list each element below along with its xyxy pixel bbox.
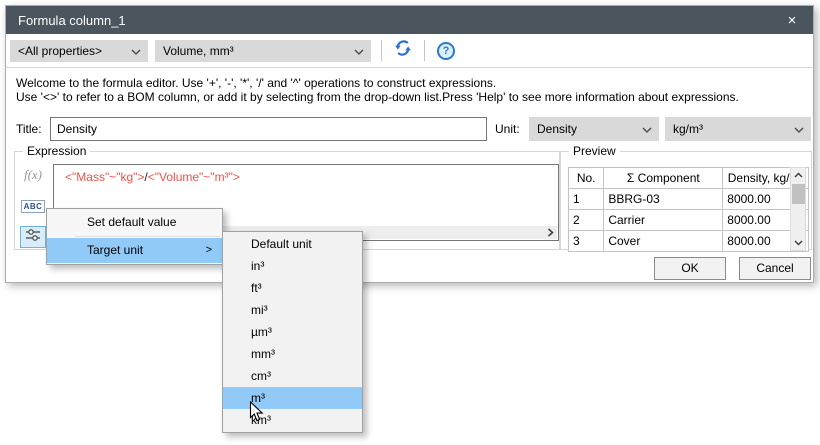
toolbar-separator bbox=[381, 40, 382, 61]
column-header-no: No. bbox=[569, 168, 604, 189]
expression-tools: f(x) ABC bbox=[20, 164, 48, 257]
help-icon: ? bbox=[437, 42, 455, 60]
chevron-down-icon bbox=[794, 122, 804, 136]
table-header-row: No. Σ Component Density, kg/m³ bbox=[569, 168, 809, 189]
scroll-down-icon[interactable] bbox=[791, 235, 805, 250]
fx-icon: f(x) bbox=[24, 167, 42, 183]
ok-button[interactable]: OK bbox=[654, 257, 726, 280]
menu-item-target-unit[interactable]: Target unit > bbox=[47, 238, 222, 263]
preview-group-label: Preview bbox=[569, 144, 620, 158]
cell-component: BBRG-03 bbox=[604, 189, 723, 210]
chevron-down-icon bbox=[354, 44, 364, 58]
submenu-item-cm3[interactable]: cm³ bbox=[223, 365, 362, 387]
formula-text: <"Mass"~"kg">/<"Volume"~"m³"> bbox=[54, 165, 558, 184]
scroll-up-icon[interactable] bbox=[791, 168, 805, 183]
cell-no: 3 bbox=[569, 231, 604, 252]
unit-type-dropdown[interactable]: Density bbox=[529, 117, 659, 141]
chevron-down-icon bbox=[131, 44, 141, 58]
unit-type-value: Density bbox=[537, 122, 577, 136]
preview-group: Preview No. Σ Component Density, kg/m³ 1… bbox=[560, 151, 812, 250]
abc-icon: ABC bbox=[21, 200, 46, 213]
sliders-icon bbox=[25, 228, 41, 247]
column-header-component: Σ Component bbox=[604, 168, 723, 189]
help-button[interactable]: ? bbox=[435, 40, 457, 62]
screen: Formula column_1 × <All properties> Volu… bbox=[0, 0, 820, 445]
formula-left-ref: <"Mass"~"kg"> bbox=[65, 170, 144, 184]
vertical-scrollbar[interactable] bbox=[790, 167, 806, 251]
close-icon: × bbox=[788, 12, 797, 29]
submenu-item-mi3[interactable]: mi³ bbox=[223, 299, 362, 321]
submenu-item-ft3[interactable]: ft³ bbox=[223, 277, 362, 299]
table-row: 2 Carrier 8000.00 bbox=[569, 210, 809, 231]
submenu-item-default-unit[interactable]: Default unit bbox=[223, 233, 362, 255]
table-row: 3 Cover 8000.00 bbox=[569, 231, 809, 252]
properties-dropdown-value: <All properties> bbox=[18, 44, 102, 58]
scrollbar-thumb[interactable] bbox=[792, 184, 805, 204]
welcome-text: Welcome to the formula editor. Use '+', … bbox=[16, 76, 739, 104]
title-label: Title: bbox=[16, 117, 42, 141]
submenu-item-mm3[interactable]: mm³ bbox=[223, 343, 362, 365]
menu-item-label: Target unit bbox=[87, 243, 143, 257]
menu-separator bbox=[75, 236, 220, 237]
cell-component: Carrier bbox=[604, 210, 723, 231]
submenu-item-m3[interactable]: m³ bbox=[223, 387, 362, 409]
options-button[interactable] bbox=[20, 226, 46, 248]
toolbar: <All properties> Volume, mm³ bbox=[6, 34, 813, 68]
submenu-item-um3[interactable]: µm³ bbox=[223, 321, 362, 343]
cell-component: Cover bbox=[604, 231, 723, 252]
chevron-down-icon bbox=[642, 122, 652, 136]
unit-label: Unit: bbox=[495, 117, 520, 141]
submenu-item-km3[interactable]: km³ bbox=[223, 409, 362, 431]
properties-dropdown[interactable]: <All properties> bbox=[10, 40, 148, 62]
text-button[interactable]: ABC bbox=[20, 195, 46, 217]
cell-no: 2 bbox=[569, 210, 604, 231]
context-menu: Set default value Target unit > bbox=[46, 208, 223, 265]
title-bar: Formula column_1 × bbox=[6, 6, 813, 34]
menu-item-set-default-value[interactable]: Set default value bbox=[47, 210, 222, 235]
close-button[interactable]: × bbox=[771, 6, 813, 34]
expression-group-label: Expression bbox=[23, 144, 90, 158]
refresh-button[interactable] bbox=[392, 40, 414, 62]
target-unit-submenu: Default unit in³ ft³ mi³ µm³ mm³ cm³ m³ … bbox=[222, 231, 363, 433]
submenu-item-in3[interactable]: in³ bbox=[223, 255, 362, 277]
bom-column-dropdown-value: Volume, mm³ bbox=[163, 44, 234, 58]
formula-right-ref: <"Volume"~"m³"> bbox=[148, 170, 240, 184]
title-input[interactable] bbox=[50, 117, 487, 141]
submenu-arrow-icon: > bbox=[206, 238, 212, 263]
refresh-icon bbox=[393, 38, 413, 63]
cell-no: 1 bbox=[569, 189, 604, 210]
dialog-title: Formula column_1 bbox=[18, 13, 126, 28]
scroll-right-icon[interactable] bbox=[543, 226, 557, 239]
preview-table: No. Σ Component Density, kg/m³ 1 BBRG-03… bbox=[568, 167, 809, 252]
welcome-line-1: Welcome to the formula editor. Use '+', … bbox=[16, 76, 739, 90]
mouse-cursor-icon bbox=[249, 401, 264, 428]
function-button[interactable]: f(x) bbox=[20, 164, 46, 186]
toolbar-separator bbox=[424, 40, 425, 61]
table-row: 1 BBRG-03 8000.00 bbox=[569, 189, 809, 210]
bom-column-dropdown[interactable]: Volume, mm³ bbox=[155, 40, 371, 62]
unit-measure-value: kg/m³ bbox=[673, 122, 703, 136]
cancel-button[interactable]: Cancel bbox=[739, 257, 811, 280]
welcome-line-2: Use '<>' to refer to a BOM column, or ad… bbox=[16, 90, 739, 104]
unit-measure-dropdown[interactable]: kg/m³ bbox=[665, 117, 811, 141]
